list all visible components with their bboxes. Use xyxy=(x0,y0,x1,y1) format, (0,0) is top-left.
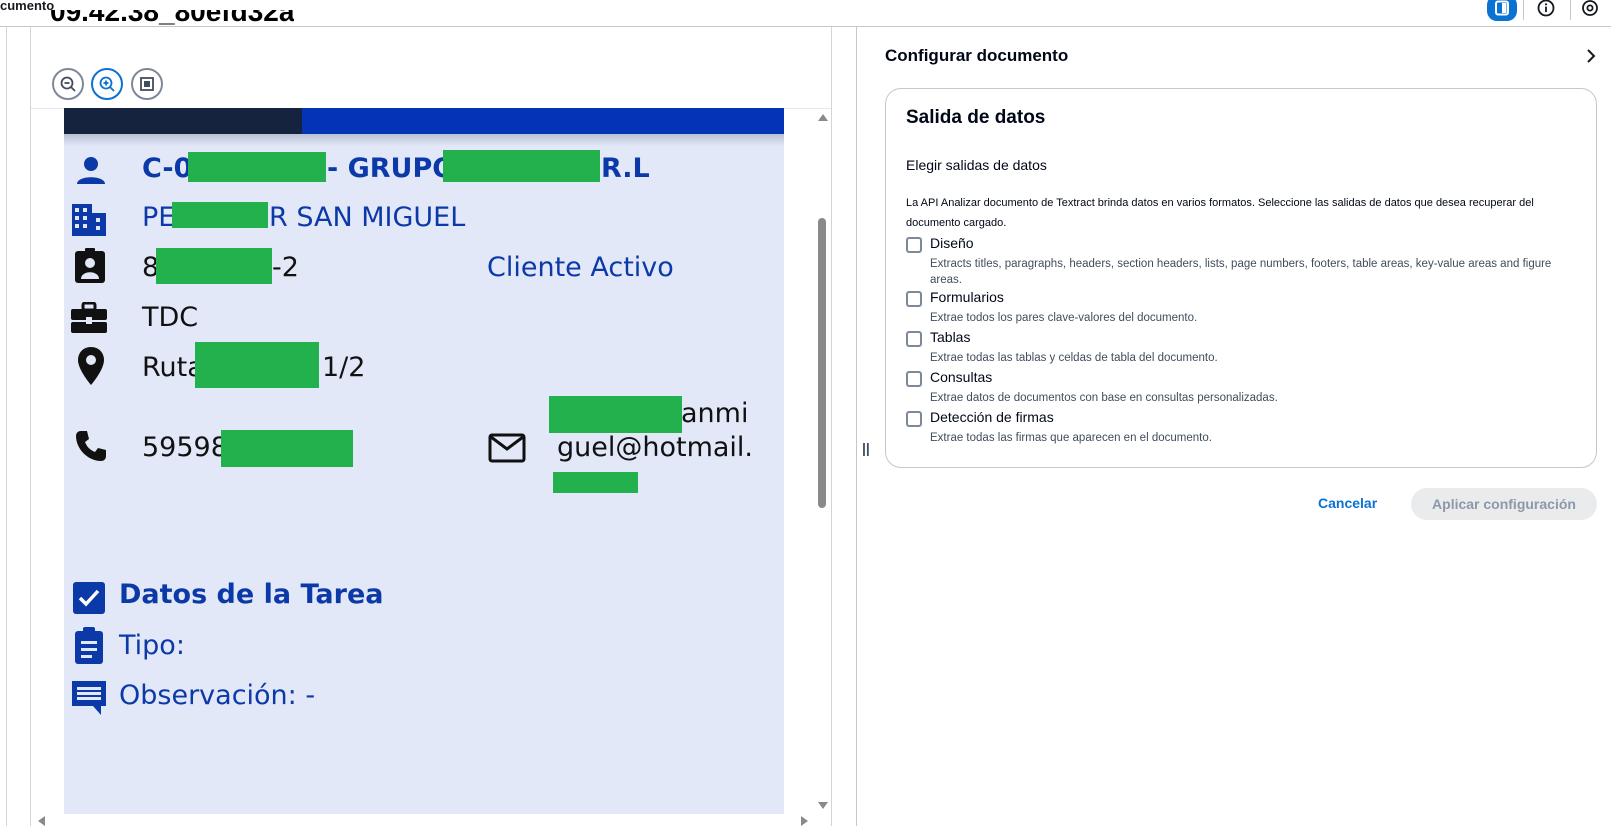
comment-icon xyxy=(69,678,109,718)
zoom-in-button[interactable] xyxy=(91,68,123,100)
company-prefix: C-0 xyxy=(142,153,193,184)
client-status: Cliente Activo xyxy=(487,252,674,283)
redaction-block xyxy=(553,472,638,493)
building-icon xyxy=(69,200,109,240)
email-line-2: guel@hotmail. xyxy=(557,432,754,463)
id-suffix: -2 xyxy=(272,252,299,283)
redaction-block xyxy=(221,430,353,467)
email-line-1: anmi xyxy=(681,398,749,429)
option-label: Consultas xyxy=(930,369,993,385)
route-suffix: 1/2 xyxy=(322,352,366,383)
chevron-right-icon[interactable] xyxy=(1585,48,1597,69)
option-description: Extracts titles, paragraphs, headers, se… xyxy=(930,258,1552,286)
doc-header-band-dark xyxy=(64,108,302,134)
redaction-block xyxy=(195,342,319,388)
checkbox[interactable] xyxy=(906,331,922,347)
briefcase-icon xyxy=(69,298,109,338)
phone-icon xyxy=(71,426,111,466)
checkbox-checked-icon xyxy=(69,578,109,618)
breadcrumb: cumento xyxy=(0,0,55,13)
card-title: Salida de datos xyxy=(906,107,1046,128)
redaction-block xyxy=(443,150,600,182)
panel-title: Configurar documento xyxy=(885,46,1069,65)
option-label: Formularios xyxy=(930,289,1004,305)
option-description: Extrae todas las tablas y celdas de tabl… xyxy=(930,352,1218,364)
zoom-in-icon xyxy=(99,76,115,92)
redaction-block xyxy=(172,202,268,228)
branch-suffix: R SAN MIGUEL xyxy=(269,202,466,233)
task-heading: Datos de la Tarea xyxy=(119,579,384,610)
product-text: TDC xyxy=(142,302,199,333)
option-description: Extrae todos los pares clave-valores del… xyxy=(930,312,1198,324)
checkbox[interactable] xyxy=(906,291,922,307)
branch-prefix: PE xyxy=(142,202,176,233)
settings-icon[interactable] xyxy=(1576,0,1604,21)
zoom-out-icon xyxy=(60,76,76,92)
vertical-scrollbar-thumb[interactable] xyxy=(818,218,826,508)
data-output-card: Salida de datos Elegir salidas de datos … xyxy=(885,88,1597,468)
company-middle: - GRUPO xyxy=(327,153,456,184)
person-icon xyxy=(71,150,111,190)
doc-header-band-blue xyxy=(302,108,784,134)
redaction-block xyxy=(549,396,682,433)
fit-icon xyxy=(140,77,154,91)
company-suffix: R.L xyxy=(601,153,650,184)
fit-to-screen-button[interactable] xyxy=(131,68,163,100)
checkbox[interactable] xyxy=(906,371,922,387)
field-description: La API Analizar documento de Textract br… xyxy=(906,197,1534,229)
panel-splitter[interactable] xyxy=(856,27,857,826)
checkbox[interactable] xyxy=(906,411,922,427)
option-description: Extrae datos de documentos con base en c… xyxy=(930,392,1278,404)
panel-toggle-icon[interactable] xyxy=(1487,0,1517,21)
phone-prefix: 59598 xyxy=(142,432,228,463)
task-type: Tipo: xyxy=(119,630,185,661)
option-label: Tablas xyxy=(930,329,971,345)
scroll-up-arrow[interactable] xyxy=(818,114,828,121)
location-pin-icon xyxy=(71,346,111,386)
clipboard-icon xyxy=(69,626,109,666)
drag-handle-icon[interactable]: || xyxy=(862,440,870,456)
checkbox[interactable] xyxy=(906,237,922,253)
cancel-button[interactable]: Cancelar xyxy=(1318,495,1377,511)
zoom-out-button[interactable] xyxy=(52,68,84,100)
document-title: 09.42.38_80efd32a xyxy=(50,10,295,27)
redaction-block xyxy=(156,248,272,284)
envelope-icon xyxy=(487,428,527,468)
field-label: Elegir salidas de datos xyxy=(906,157,1047,173)
apply-configuration-button[interactable]: Aplicar configuración xyxy=(1411,488,1597,520)
scroll-left-arrow[interactable] xyxy=(38,816,45,826)
scroll-right-arrow[interactable] xyxy=(801,816,808,826)
document-image: C-0 - GRUPO R.L PE R SAN MIGUEL 8 -2 Cli… xyxy=(64,108,784,814)
pane-edge xyxy=(6,27,7,826)
redaction-block xyxy=(188,152,326,182)
scroll-down-arrow[interactable] xyxy=(818,802,828,809)
option-label: Diseño xyxy=(930,235,974,251)
task-observation: Observación: - xyxy=(119,680,316,711)
info-icon[interactable] xyxy=(1532,0,1560,21)
option-description: Extrae todas las firmas que aparecen en … xyxy=(930,432,1212,444)
id-badge-icon xyxy=(70,246,110,286)
option-label: Detección de firmas xyxy=(930,409,1054,425)
